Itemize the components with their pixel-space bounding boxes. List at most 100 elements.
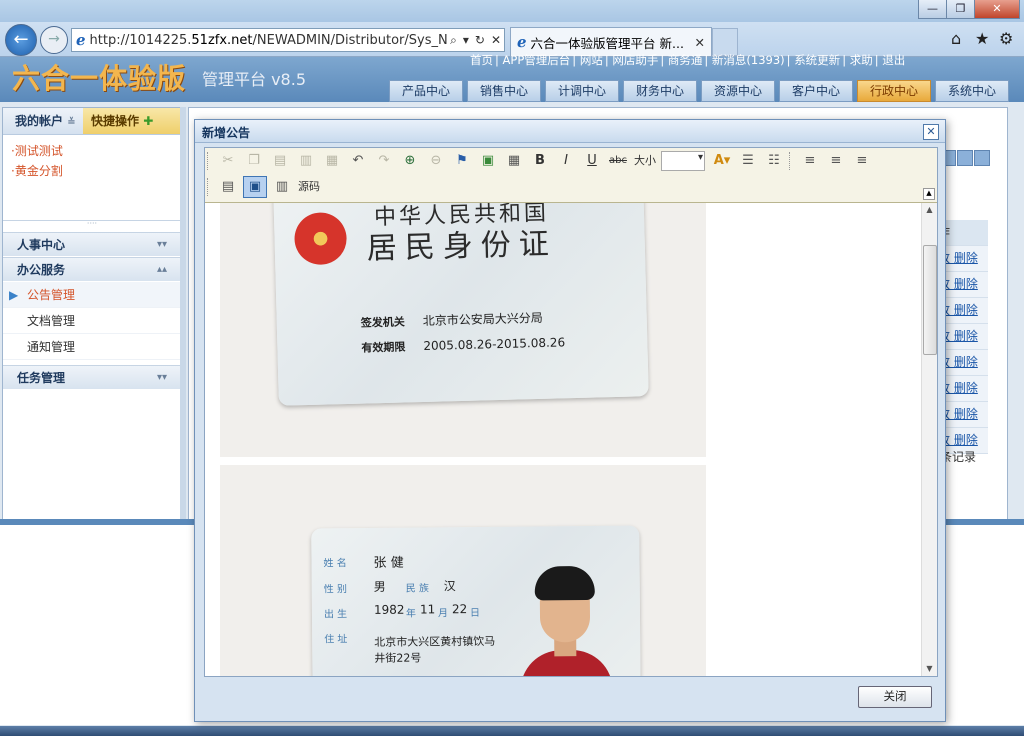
align-right-icon[interactable]: ≡ bbox=[851, 151, 873, 171]
nav-admin[interactable]: 行政中心 bbox=[857, 80, 931, 102]
quick-link[interactable]: ·测试测试 bbox=[11, 141, 173, 161]
editor-content[interactable]: 中华人民共和国 居民身份证 签发机关 北京市公安局大兴分局 有效期限 2005.08… bbox=[205, 203, 921, 676]
fullscreen-icon[interactable]: ▣ bbox=[243, 176, 267, 198]
editor-toolbar: ✂ ❐ ▤ ▥ ▦ ↶ ↷ ⊕ ⊖ ⚑ ▣ ▦ B I U abc 大小 A▾ … bbox=[205, 148, 937, 203]
national-emblem-icon bbox=[293, 211, 348, 266]
close-button[interactable]: 关闭 bbox=[858, 686, 932, 708]
toolbar-collapse-icon[interactable]: ▲ bbox=[923, 188, 935, 200]
arrow-left-icon: ← bbox=[13, 29, 29, 50]
stop-icon[interactable]: ✕ bbox=[491, 33, 501, 47]
section-task[interactable]: 任务管理 ▾▾ bbox=[3, 365, 181, 389]
font-size-label: 大小 bbox=[634, 154, 656, 167]
top-link[interactable]: 新消息(1393) bbox=[712, 53, 785, 67]
top-link[interactable]: 退出 bbox=[882, 53, 905, 67]
undo-icon[interactable]: ↶ bbox=[347, 151, 369, 171]
address-url[interactable]: http://1014225.51zfx.net/NEWADMIN/Distri… bbox=[90, 33, 448, 48]
refresh-icon[interactable]: ↻ bbox=[475, 33, 485, 47]
nav-customer[interactable]: 客户中心 bbox=[779, 80, 853, 102]
app-version: 管理平台 v8.5 bbox=[202, 70, 307, 89]
month-unit: 月 bbox=[437, 608, 449, 620]
tools-gear-icon[interactable]: ⚙ bbox=[999, 29, 1013, 48]
copy-icon[interactable]: ❐ bbox=[243, 151, 265, 171]
tab-close-icon[interactable]: ✕ bbox=[695, 35, 705, 50]
top-links: 首页 | APP管理后台 | 网站 | 网店助手 | 商务通 | 新消息(1393) | 系… bbox=[470, 53, 906, 67]
birth-day: 22 bbox=[451, 602, 468, 617]
nav-resource[interactable]: 资源中心 bbox=[701, 80, 775, 102]
name-value: 张 健 bbox=[373, 555, 404, 571]
unlink-icon[interactable]: ⊖ bbox=[425, 151, 447, 171]
top-link[interactable]: 求助 bbox=[850, 53, 873, 67]
scroll-up-icon[interactable]: ▲ bbox=[922, 203, 937, 217]
name-label: 姓 名 bbox=[323, 558, 347, 570]
unordered-list-icon[interactable]: ☷ bbox=[763, 151, 785, 171]
idcard-back-image: 中华人民共和国 居民身份证 签发机关 北京市公安局大兴分局 有效期限 2005.08… bbox=[220, 203, 706, 457]
paste-word-icon[interactable]: ▦ bbox=[321, 151, 343, 171]
source-icon[interactable]: ▥ bbox=[271, 177, 293, 197]
top-link[interactable]: 系统更新 bbox=[794, 53, 840, 67]
sidebar-item-notify-mgmt[interactable]: 通知管理 bbox=[3, 334, 181, 360]
cut-icon[interactable]: ✂ bbox=[217, 151, 239, 171]
tab-quick-ops[interactable]: 快捷操作 ✚ bbox=[83, 108, 181, 134]
anchor-flag-icon[interactable]: ⚑ bbox=[451, 151, 473, 171]
quick-link[interactable]: ·黄金分割 bbox=[11, 161, 173, 181]
underline-button[interactable]: U bbox=[581, 151, 603, 171]
address-bar[interactable]: ℯ http://1014225.51zfx.net/NEWADMIN/Dist… bbox=[71, 28, 505, 52]
panel-max-button[interactable] bbox=[957, 150, 973, 166]
font-size-select[interactable] bbox=[661, 151, 705, 171]
link-icon[interactable]: ⊕ bbox=[399, 151, 421, 171]
top-link[interactable]: 网店助手 bbox=[612, 53, 658, 67]
top-link[interactable]: APP管理后台 bbox=[503, 53, 571, 67]
sidebar-collapse-bar[interactable] bbox=[180, 107, 186, 519]
nav-sales[interactable]: 销售中心 bbox=[467, 80, 541, 102]
sex-label: 性 别 bbox=[323, 584, 347, 596]
id-photo bbox=[520, 565, 613, 676]
top-link[interactable]: 商务通 bbox=[668, 53, 703, 67]
panel-close-button[interactable] bbox=[974, 150, 990, 166]
top-link[interactable]: 首页 bbox=[470, 53, 493, 67]
plus-icon: ✚ bbox=[143, 114, 154, 128]
scroll-down-icon[interactable]: ▼ bbox=[922, 662, 937, 676]
italic-button[interactable]: I bbox=[555, 151, 577, 171]
close-window-button[interactable]: ✕ bbox=[974, 0, 1020, 19]
scroll-thumb[interactable] bbox=[923, 245, 937, 355]
favorites-star-icon[interactable]: ★ bbox=[975, 29, 989, 48]
tab-my-account[interactable]: 我的帐户 ≚ bbox=[3, 108, 83, 134]
paste-icon[interactable]: ▤ bbox=[269, 151, 291, 171]
minimize-button[interactable]: — bbox=[918, 0, 947, 19]
text-color-icon[interactable]: A▾ bbox=[711, 151, 733, 171]
nav-product[interactable]: 产品中心 bbox=[389, 80, 463, 102]
birth-month: 11 bbox=[419, 602, 436, 617]
section-office[interactable]: 办公服务 ▴▴ bbox=[3, 257, 181, 281]
strikethrough-button[interactable]: abc bbox=[607, 151, 629, 171]
nav-finance[interactable]: 财务中心 bbox=[623, 80, 697, 102]
table-icon[interactable]: ▦ bbox=[503, 151, 525, 171]
source-label[interactable]: 源码 bbox=[297, 177, 321, 197]
forward-button[interactable]: → bbox=[40, 26, 68, 54]
toolbar-separator bbox=[207, 152, 211, 170]
sidebar-item-doc-mgmt[interactable]: 文档管理 bbox=[3, 308, 181, 334]
nav-system[interactable]: 系统中心 bbox=[935, 80, 1009, 102]
align-center-icon[interactable]: ≡ bbox=[825, 151, 847, 171]
restore-button[interactable]: ❐ bbox=[946, 0, 975, 19]
sidebar-item-notice-mgmt[interactable]: 公告管理 bbox=[3, 282, 181, 308]
ethnic-label: 民 族 bbox=[405, 583, 429, 595]
top-link[interactable]: 网站 bbox=[580, 53, 603, 67]
bold-button[interactable]: B bbox=[529, 151, 551, 171]
search-icon[interactable]: ⌕ bbox=[450, 33, 457, 48]
nav-planning[interactable]: 计调中心 bbox=[545, 80, 619, 102]
splitter[interactable]: ···· bbox=[3, 220, 181, 228]
redo-icon[interactable]: ↷ bbox=[373, 151, 395, 171]
back-button[interactable]: ← bbox=[5, 24, 37, 56]
editor-scrollbar[interactable]: ▲ ▼ bbox=[921, 203, 937, 676]
preview-icon[interactable]: ▤ bbox=[217, 177, 239, 197]
section-hr[interactable]: 人事中心 ▾▾ bbox=[3, 232, 181, 256]
ordered-list-icon[interactable]: ☰ bbox=[737, 151, 759, 171]
paste-text-icon[interactable]: ▥ bbox=[295, 151, 317, 171]
year-unit: 年 bbox=[405, 608, 417, 620]
dropdown-icon[interactable]: ▾ bbox=[463, 33, 469, 47]
dialog-title: 新增公告 bbox=[202, 126, 251, 140]
home-icon[interactable]: ⌂ bbox=[951, 29, 961, 48]
align-left-icon[interactable]: ≡ bbox=[799, 151, 821, 171]
dialog-close-icon[interactable]: ✕ bbox=[923, 124, 939, 140]
image-icon[interactable]: ▣ bbox=[477, 151, 499, 171]
